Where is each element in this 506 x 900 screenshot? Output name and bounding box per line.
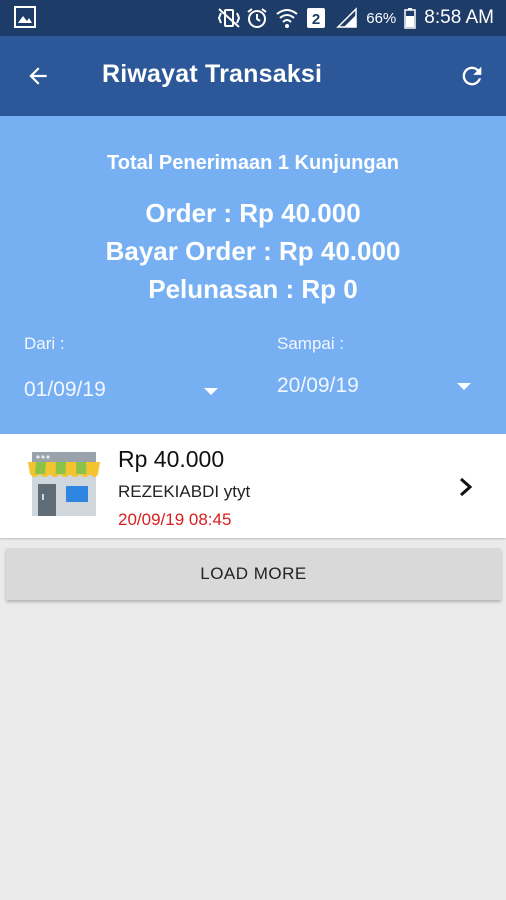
- order-total: Order : Rp 40.000: [145, 198, 361, 228]
- status-bar: 2 66% 8:58 AM: [0, 0, 506, 36]
- signal-icon: [336, 7, 358, 29]
- from-date-label: Dari :: [24, 334, 65, 353]
- load-more-button[interactable]: LOAD MORE: [6, 548, 501, 600]
- battery-icon: [404, 7, 417, 29]
- gallery-notification-icon: [14, 6, 36, 33]
- bayar-order-total: Bayar Order : Rp 40.000: [105, 236, 401, 266]
- sim-2-icon: 2: [306, 7, 328, 29]
- back-button[interactable]: [20, 58, 56, 94]
- battery-percent: 66%: [366, 9, 397, 27]
- transaction-list-item[interactable]: Rp 40.000 REZEKIABDI ytyt 20/09/19 08:45: [0, 434, 506, 538]
- transaction-customer: REZEKIABDI ytyt: [118, 482, 251, 501]
- store-icon: [26, 450, 102, 523]
- from-date-picker[interactable]: 01/09/19: [24, 378, 106, 402]
- to-date-dropdown-icon[interactable]: [457, 383, 471, 390]
- refresh-button[interactable]: [454, 58, 490, 94]
- to-date-label: Sampai :: [277, 334, 345, 353]
- mute-vibrate-icon: [216, 7, 241, 29]
- from-date-dropdown-icon[interactable]: [204, 388, 218, 395]
- refresh-icon: [462, 66, 482, 86]
- alarm-icon: [246, 7, 268, 29]
- to-date-picker[interactable]: 20/09/19: [277, 374, 359, 398]
- summary-title: Total Penerimaan 1 Kunjungan: [107, 152, 399, 174]
- summary-panel: Total Penerimaan 1 Kunjungan Order : Rp …: [0, 116, 506, 434]
- page-title: Riwayat Transaksi: [102, 60, 323, 88]
- app-bar: Riwayat Transaksi: [0, 36, 506, 116]
- pelunasan-total: Pelunasan : Rp 0: [148, 274, 358, 304]
- transaction-amount: Rp 40.000: [118, 446, 225, 472]
- svg-text:2: 2: [312, 11, 320, 28]
- chevron-right-icon: [458, 476, 474, 503]
- transaction-datetime: 20/09/19 08:45: [118, 510, 232, 529]
- wifi-icon: [276, 7, 298, 29]
- clock: 8:58 AM: [424, 7, 494, 28]
- arrow-back-icon: [29, 67, 47, 85]
